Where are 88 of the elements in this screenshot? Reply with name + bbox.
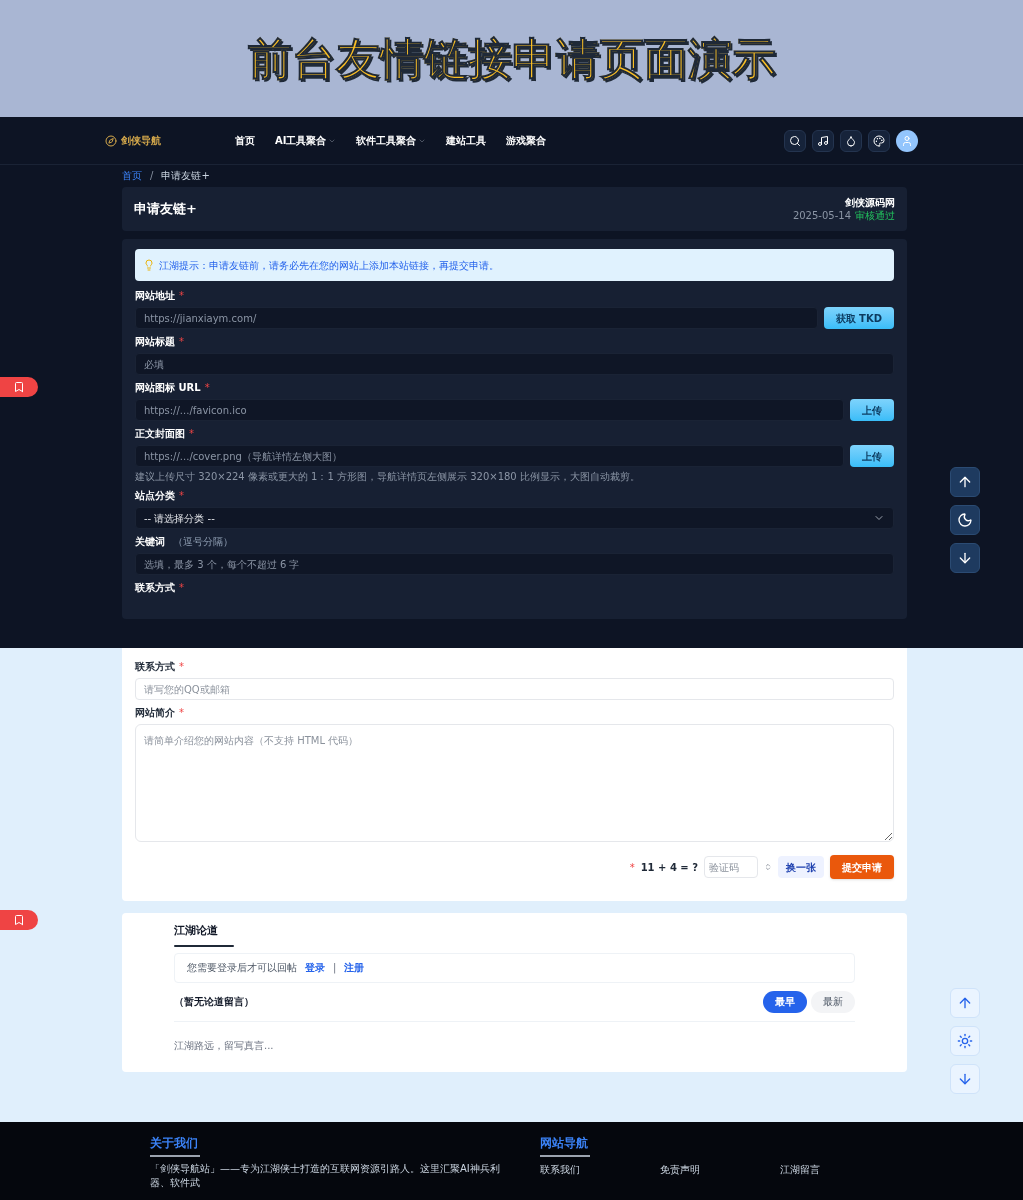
- register-link[interactable]: 注册: [344, 960, 365, 975]
- breadcrumb-link[interactable]: 首页: [122, 169, 142, 183]
- text-field[interactable]: 选填，最多 3 个，每个不超过 6 字: [135, 553, 894, 575]
- required-mark: *: [204, 381, 210, 395]
- text-field[interactable]: https://.../favicon.ico: [135, 399, 844, 421]
- search-icon: [789, 134, 801, 147]
- logo-icon: [105, 134, 117, 147]
- field-label: 网站标题: [135, 335, 175, 349]
- fetch-button[interactable]: 获取 TKD: [823, 307, 894, 329]
- footer-link[interactable]: 联系我们: [540, 1162, 580, 1177]
- notice-text: 江湖提示：申请友链前，请务必先在您的网站上添加本站链接，再提交申请。: [159, 258, 499, 273]
- site-name: 剑侠源码网: [845, 196, 895, 209]
- search-button[interactable]: [784, 129, 806, 152]
- moon-icon: [957, 512, 973, 528]
- palette-icon: [873, 134, 885, 147]
- required-mark: *: [629, 860, 635, 875]
- avatar[interactable]: [896, 129, 918, 152]
- comment-field[interactable]: 江湖路远，留写真言...: [174, 1037, 855, 1053]
- empty-message: （暂无论道留言）: [174, 995, 254, 1009]
- breadcrumb-current: 申请友链+: [161, 169, 210, 183]
- scroll-bottom-button[interactable]: [950, 543, 980, 573]
- scroll-top-button[interactable]: [950, 467, 980, 497]
- sun-icon: [957, 1033, 973, 1049]
- field-label: 站点分类: [135, 489, 175, 503]
- required-mark: *: [179, 489, 184, 503]
- upload-button[interactable]: 上传: [850, 445, 894, 467]
- footer-title: 关于我们: [150, 1135, 199, 1152]
- text-field[interactable]: https://jianxiaym.com/: [135, 307, 818, 329]
- text-field[interactable]: https://.../cover.png（导航详情左侧大图）: [135, 445, 844, 467]
- page-title: 申请友链+: [134, 200, 197, 219]
- nav-link[interactable]: 首页: [235, 133, 255, 148]
- about-text: 「剑侠导航站」——专为江湖侠士打造的互联网资源引路人。这里汇聚AI神兵利器、软件武: [150, 1162, 501, 1190]
- login-link[interactable]: 登录: [305, 960, 325, 975]
- upload-button[interactable]: 上传: [850, 399, 894, 421]
- submit-button[interactable]: 提交申请: [830, 855, 894, 879]
- field-label: 关键词: [135, 535, 165, 549]
- required-mark: *: [189, 427, 194, 441]
- footer-title: 网站导航: [540, 1135, 589, 1152]
- description-field[interactable]: 请简单介绍您的网站内容（不支持 HTML 代码）: [135, 724, 894, 842]
- nav-link[interactable]: 游戏聚合: [506, 133, 547, 148]
- bookmark-icon: [13, 381, 25, 393]
- required-mark: *: [179, 706, 184, 720]
- arrow-down-icon: [957, 1071, 973, 1087]
- section-title: 江湖论道: [174, 923, 219, 939]
- breadcrumb-separator: /: [150, 169, 154, 183]
- status-text: 审核通过: [855, 209, 895, 222]
- field-label: 网站地址: [135, 289, 175, 303]
- field-note: 建议上传尺寸 320×224 像素或更大的 1：1 方形图，导航详情页左侧展示 320×180 比例显示，大图自动裁剪。: [135, 470, 641, 483]
- text-field[interactable]: 必填: [135, 353, 894, 375]
- field-label: 网站图标 URL: [135, 381, 201, 395]
- login-prompt: 您需要登录后才可以回帖: [187, 961, 297, 975]
- captcha-question: 11 + 4 = ?: [640, 860, 698, 875]
- field-label: 网站简介: [135, 706, 175, 720]
- site-logo[interactable]: 剑侠导航: [121, 133, 161, 148]
- drop-button[interactable]: [840, 129, 862, 152]
- field-label: 正文封面图: [135, 427, 185, 441]
- select-field[interactable]: -- 请选择分类 --: [135, 507, 894, 529]
- sort-tab[interactable]: 最早: [763, 990, 807, 1013]
- nav-link[interactable]: AI工具聚合: [275, 133, 337, 148]
- field-label: 联系方式: [135, 581, 175, 595]
- droplet-icon: [845, 134, 857, 147]
- separator-text: |: [333, 961, 337, 975]
- sort-tab[interactable]: 最新: [811, 990, 855, 1013]
- palette-button[interactable]: [868, 129, 890, 152]
- nav-link[interactable]: 建站工具: [446, 133, 487, 148]
- required-mark: *: [179, 335, 184, 349]
- footer-link[interactable]: 免责声明: [660, 1162, 700, 1177]
- arrow-down-icon: [957, 550, 973, 566]
- required-mark: *: [179, 581, 184, 595]
- music-note-icon: [817, 134, 829, 147]
- bookmark-icon: [13, 914, 25, 926]
- user-icon: [901, 134, 913, 147]
- dark-mode-button[interactable]: [950, 505, 980, 535]
- field-label: 联系方式: [135, 660, 175, 674]
- field-hint: （逗号分隔）: [173, 535, 233, 549]
- side-tab[interactable]: [0, 377, 38, 397]
- date-text: 2025-05-14: [792, 209, 851, 222]
- nav-link[interactable]: 软件工具聚合: [356, 133, 427, 148]
- light-mode-button[interactable]: [950, 1026, 980, 1056]
- lightbulb-icon: [143, 259, 155, 271]
- required-mark: *: [179, 289, 184, 303]
- captcha-field[interactable]: 验证码: [704, 856, 758, 878]
- banner-title: 前台友情链接申请页面演示: [247, 31, 776, 86]
- refresh-button[interactable]: 换一张: [778, 856, 824, 878]
- arrow-up-icon: [957, 474, 973, 490]
- footer-link[interactable]: 江湖留言: [780, 1162, 820, 1177]
- music-button[interactable]: [812, 129, 834, 152]
- required-mark: *: [179, 660, 184, 674]
